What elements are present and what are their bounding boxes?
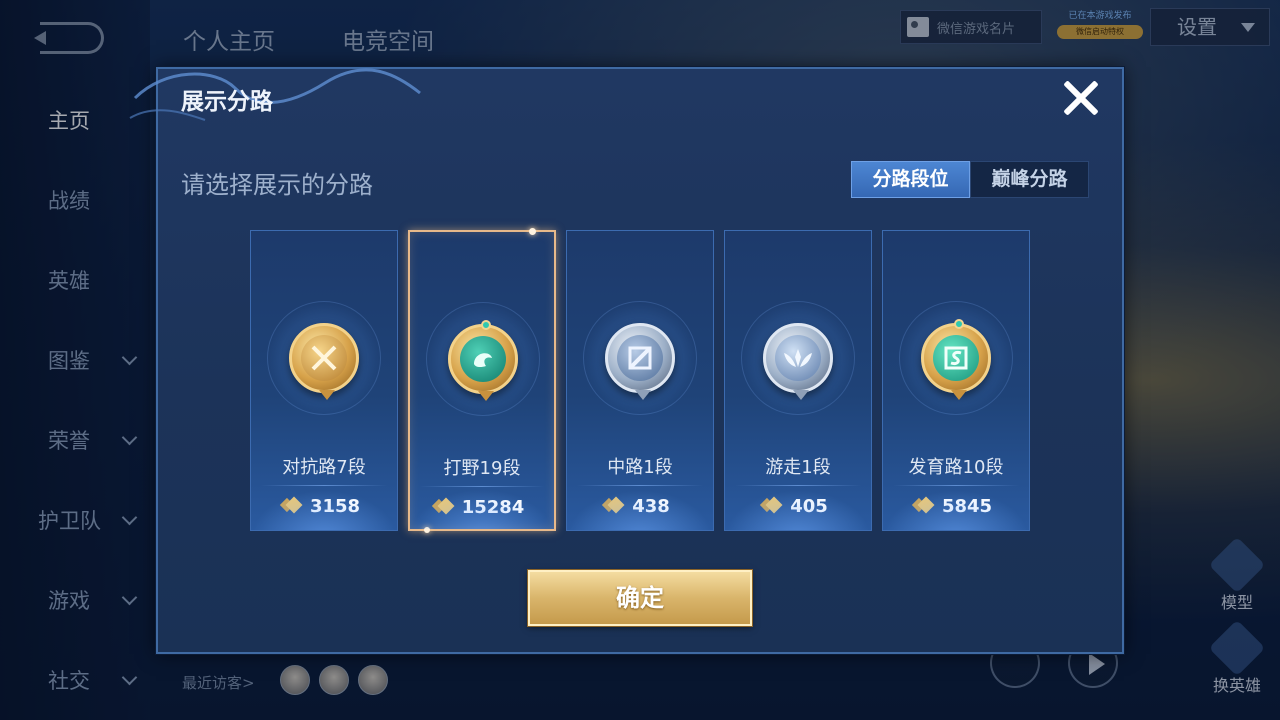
lane-name: 中路1段	[607, 457, 673, 478]
tab-peak-lane[interactable]: 巅峰分路	[970, 161, 1089, 198]
divider	[893, 485, 1019, 486]
divider	[261, 485, 387, 486]
points-icon	[917, 496, 935, 514]
points-value: 15284	[461, 497, 525, 518]
divider	[577, 485, 703, 486]
points-icon	[285, 496, 303, 514]
lane-name: 发育路10段	[908, 457, 1004, 478]
points-value: 3158	[309, 496, 361, 517]
points-value: 405	[790, 496, 828, 517]
lane-points: 15284	[410, 497, 554, 518]
lane-points: 405	[725, 496, 871, 517]
lane-points: 5845	[883, 496, 1029, 517]
jungle-medal-icon	[448, 320, 518, 401]
marksman-icon	[933, 335, 979, 381]
close-icon[interactable]	[1058, 76, 1102, 120]
divider	[420, 486, 544, 487]
gem-icon	[481, 320, 491, 330]
lane-points: 3158	[251, 496, 397, 517]
mid-slash-icon	[617, 335, 663, 381]
divider	[735, 485, 861, 486]
top-lane-medal-icon	[289, 323, 359, 400]
wings-icon	[775, 335, 821, 381]
tab-lane-rank[interactable]: 分路段位	[851, 161, 970, 198]
gem-icon	[954, 319, 964, 329]
lane-card-bottom[interactable]: 发育路10段 5845	[882, 230, 1030, 531]
mid-lane-medal-icon	[605, 323, 675, 400]
lane-card-jungle[interactable]: 打野19段 15284	[408, 228, 556, 533]
lane-points: 438	[567, 496, 713, 517]
lane-name: 对抗路7段	[282, 457, 366, 478]
crossed-swords-icon	[301, 335, 347, 381]
lane-card-mid[interactable]: 中路1段 438	[566, 230, 714, 531]
points-icon	[765, 496, 783, 514]
lane-card-support[interactable]: 游走1段 405	[724, 230, 872, 531]
dialog-subtitle: 请选择展示的分路	[181, 171, 373, 199]
dialog-title: 展示分路	[181, 89, 273, 115]
points-value: 438	[632, 496, 670, 517]
lane-name: 游走1段	[765, 457, 831, 478]
dragon-icon	[460, 336, 506, 382]
glow-dot	[424, 527, 430, 533]
lane-name: 打野19段	[443, 458, 521, 479]
confirm-button[interactable]: 确定	[528, 570, 752, 626]
points-icon	[607, 496, 625, 514]
points-icon	[437, 497, 455, 515]
cloud-ornament-icon	[129, 68, 421, 121]
points-value: 5845	[941, 496, 993, 517]
support-medal-icon	[763, 323, 833, 400]
lane-card-top[interactable]: 对抗路7段 3158	[250, 230, 398, 531]
glow-dot	[529, 228, 536, 235]
bottom-lane-medal-icon	[921, 319, 991, 400]
